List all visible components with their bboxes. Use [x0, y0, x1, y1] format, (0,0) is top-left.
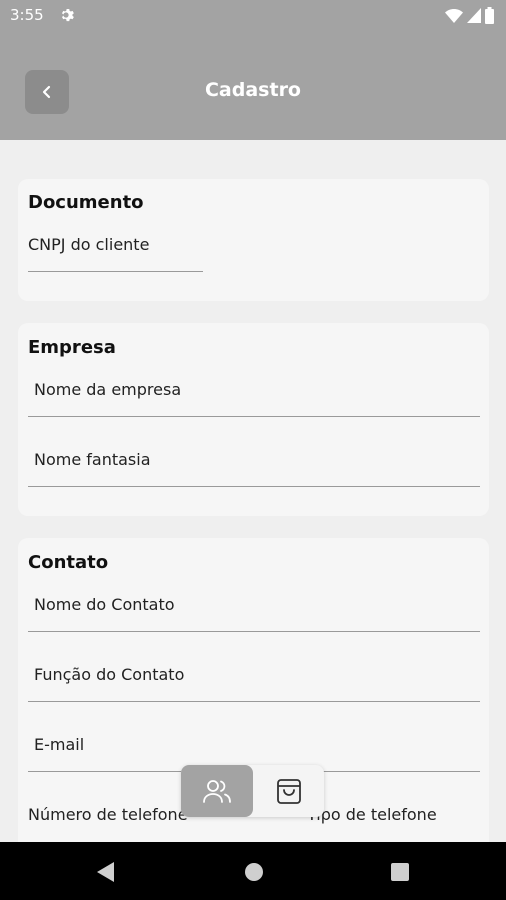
- status-bar: 3:55: [0, 0, 506, 32]
- nome-contato-underline: [28, 631, 480, 632]
- system-nav-bar: [0, 842, 506, 900]
- bottom-nav: [181, 765, 324, 817]
- battery-icon: [485, 7, 494, 24]
- status-time: 3:55: [10, 6, 44, 24]
- gear-icon: [61, 9, 74, 22]
- email-label: E-mail: [34, 735, 85, 754]
- documento-title: Documento: [28, 192, 144, 213]
- empresa-card: Empresa Nome da empresa Nome fantasia: [18, 323, 489, 516]
- shopping-bag-icon: [276, 779, 301, 804]
- status-icons: [445, 7, 494, 24]
- wifi-icon: [445, 8, 463, 23]
- signal-icon: [467, 8, 481, 23]
- page-title: Cadastro: [204, 79, 301, 101]
- system-recents-icon[interactable]: [391, 863, 409, 881]
- funcao-contato-underline: [28, 701, 480, 702]
- funcao-contato-label: Função do Contato: [34, 665, 185, 684]
- nome-empresa-label: Nome da empresa: [34, 380, 182, 399]
- contato-title: Contato: [28, 552, 109, 573]
- system-back-icon[interactable]: [97, 862, 115, 882]
- nome-fantasia-label: Nome fantasia: [34, 450, 151, 469]
- nome-contato-label: Nome do Contato: [34, 595, 175, 614]
- nav-item-clientes[interactable]: [181, 765, 253, 817]
- cnpj-field-underline: [28, 271, 203, 272]
- cnpj-field-label: CNPJ do cliente: [28, 235, 150, 254]
- users-icon: [203, 780, 231, 803]
- system-home-icon[interactable]: [244, 862, 264, 882]
- empresa-title: Empresa: [28, 337, 116, 358]
- tipo-telefone-label: Tipo de telefone: [307, 805, 437, 824]
- nome-fantasia-underline: [28, 486, 480, 487]
- telefone-label: Número de telefone: [28, 805, 188, 824]
- app-bar: Cadastro: [0, 32, 506, 140]
- nav-item-pedidos[interactable]: [253, 765, 324, 817]
- nome-empresa-underline: [28, 416, 480, 417]
- documento-card: Documento CNPJ do cliente: [18, 179, 489, 301]
